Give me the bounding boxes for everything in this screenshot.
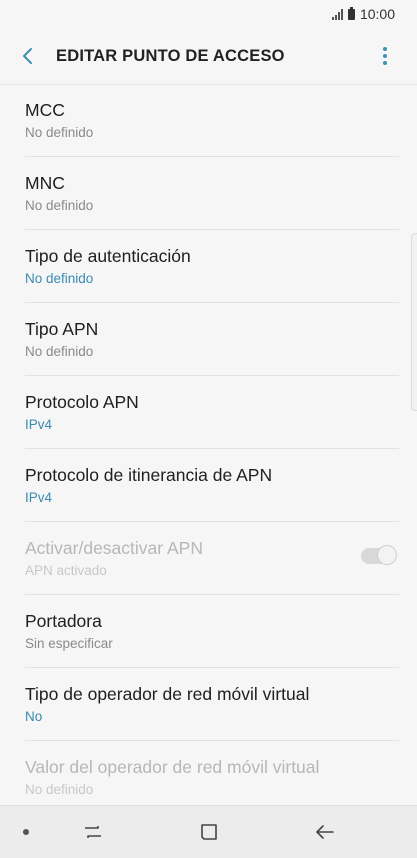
settings-list: MCC No definido MNC No definido Tipo de …: [0, 84, 417, 813]
setting-value: No definido: [25, 344, 94, 359]
setting-title: Tipo de autenticación: [25, 246, 191, 266]
setting-apn-protocol[interactable]: Protocolo APN IPv4: [25, 376, 399, 449]
setting-mcc[interactable]: MCC No definido: [25, 84, 399, 157]
setting-title: Protocolo de itinerancia de APN: [25, 465, 273, 485]
setting-value: IPv4: [25, 490, 53, 505]
navigation-bar: [0, 805, 417, 858]
clock: 10:00: [359, 6, 395, 22]
back-icon: [316, 825, 334, 839]
setting-apn-roaming-protocol[interactable]: Protocolo de itinerancia de APN IPv4: [25, 449, 399, 522]
scroll-indicator[interactable]: [411, 233, 417, 411]
apn-enable-toggle: [361, 545, 397, 565]
setting-title: Tipo APN: [25, 319, 99, 339]
back-nav-button[interactable]: [309, 818, 341, 846]
setting-auth-type[interactable]: Tipo de autenticación No definido: [25, 230, 399, 303]
page-title: EDITAR PUNTO DE ACCESO: [56, 46, 285, 65]
setting-title: Tipo de operador de red móvil virtual: [25, 684, 310, 704]
toggle-knob: [377, 545, 397, 565]
dot-icon[interactable]: [23, 829, 29, 835]
setting-title: MNC: [25, 173, 65, 193]
app-header: EDITAR PUNTO DE ACCESO: [0, 28, 417, 85]
home-button[interactable]: [193, 818, 225, 846]
screen: 10:00 EDITAR PUNTO DE ACCESO MCC No defi…: [0, 0, 417, 858]
setting-title: MCC: [25, 100, 65, 120]
setting-value: APN activado: [25, 563, 107, 578]
setting-apn-enable: Activar/desactivar APN APN activado: [25, 522, 399, 595]
setting-value: No definido: [25, 125, 94, 140]
setting-value: Sin especificar: [25, 636, 113, 651]
recents-icon: [85, 826, 101, 838]
home-icon: [201, 824, 217, 840]
back-arrow-icon: [23, 48, 32, 64]
more-vertical-icon: [383, 47, 387, 51]
more-options-button[interactable]: [373, 40, 397, 72]
setting-mnc[interactable]: MNC No definido: [25, 157, 399, 230]
signal-icon: [331, 8, 343, 20]
setting-mvno-value: Valor del operador de red móvil virtual …: [25, 741, 399, 813]
back-button[interactable]: [0, 28, 56, 84]
setting-value: IPv4: [25, 417, 53, 432]
battery-icon: [347, 6, 355, 20]
setting-value: No definido: [25, 198, 94, 213]
status-bar: 10:00: [0, 0, 417, 28]
setting-mvno-type[interactable]: Tipo de operador de red móvil virtual No: [25, 668, 399, 741]
setting-value: No definido: [25, 782, 94, 797]
setting-bearer[interactable]: Portadora Sin especificar: [25, 595, 399, 668]
setting-apn-type[interactable]: Tipo APN No definido: [25, 303, 399, 376]
setting-title: Portadora: [25, 611, 102, 631]
setting-value: No definido: [25, 271, 94, 286]
setting-value: No: [25, 709, 43, 724]
setting-title: Activar/desactivar APN: [25, 538, 203, 558]
recents-button[interactable]: [77, 818, 109, 846]
setting-title: Protocolo APN: [25, 392, 139, 412]
setting-title: Valor del operador de red móvil virtual: [25, 757, 320, 777]
